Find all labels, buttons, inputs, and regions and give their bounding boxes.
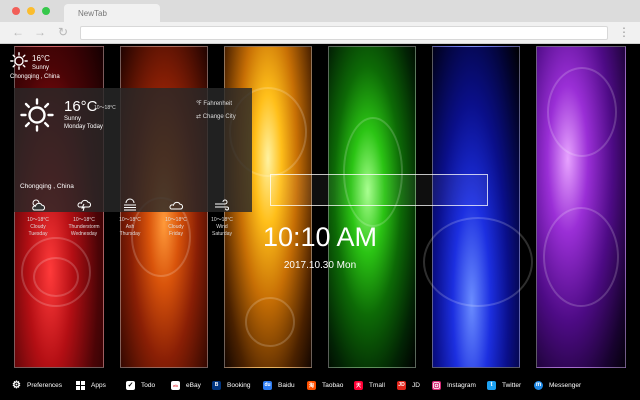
wallpaper-panel-green (328, 46, 416, 368)
weather-card: 16°C 10～18°C Sunny Monday Today ℉ Fahren… (14, 88, 252, 237)
cloudy-sun-icon (32, 199, 45, 211)
tab-title: NewTab (78, 9, 107, 18)
booking-icon: B (212, 380, 221, 390)
newtab-page: 16°C Sunny Chongqing , China 16°C 10～18°… (0, 44, 640, 400)
current-day: Monday Today (64, 124, 103, 130)
gear-icon: ⚙ (12, 379, 21, 391)
forecast-day: 10～18°C Ash Thursday (107, 198, 153, 238)
forecast-weekday: Wednesday (70, 231, 98, 237)
wallpaper-panel-purple (536, 46, 626, 368)
baidu-icon: du (263, 380, 272, 390)
thunderstorm-icon (77, 199, 91, 211)
maximize-window-button[interactable] (42, 7, 50, 15)
browser-toolbar: ← → ↻ ⋮ (0, 22, 640, 44)
ebay-icon: eb (171, 380, 180, 390)
temperature-range: 10～18°C (94, 105, 116, 111)
instagram-icon (432, 380, 441, 390)
address-bar[interactable] (80, 26, 608, 40)
wind-icon (215, 199, 229, 211)
search-input[interactable] (270, 174, 488, 206)
weather-city: Chongqing , China (20, 183, 74, 190)
taobao-label: Taobao (322, 381, 344, 389)
bottom-shortcut-bar: ⚙ Preferences Apps ✓ Todo eb eBay B Book… (0, 370, 640, 400)
forecast-day: 10～18°C Cloudy Friday (153, 198, 199, 238)
forecast-label: Cloudy (168, 224, 184, 230)
booking-link[interactable]: B Booking (212, 379, 251, 391)
todo-link[interactable]: ✓ Todo (126, 379, 155, 391)
forecast-range: 10～18°C (165, 217, 187, 223)
apps-label: Apps (91, 381, 106, 389)
change-city-link[interactable]: ⇄ Change City (196, 113, 236, 120)
tmall-link[interactable]: 天 Tmall (354, 379, 385, 391)
taobao-link[interactable]: 淘 Taobao (307, 379, 343, 391)
cloudy-icon (169, 201, 183, 210)
current-condition: Sunny (64, 116, 82, 122)
back-arrow-icon[interactable]: ← (12, 26, 24, 38)
forecast-day: 10～18°C Thunderstorm Wednesday (61, 198, 107, 238)
tmall-icon: 天 (354, 380, 363, 390)
browser-tab[interactable]: NewTab (64, 4, 160, 22)
instagram-link[interactable]: Instagram (432, 379, 476, 391)
browser-titlebar: NewTab (0, 0, 640, 22)
forecast-day: 10～18°C Cloudy Tuesday (15, 198, 61, 238)
booking-label: Booking (227, 381, 251, 389)
wallpaper-panel-blue (423, 46, 533, 368)
jd-icon: JD (397, 380, 406, 390)
close-window-button[interactable] (12, 7, 20, 15)
twitter-icon: t (487, 380, 496, 390)
todo-label: Todo (141, 381, 156, 389)
mini-city: Chongqing , China (10, 74, 60, 80)
forecast-weekday: Thursday (119, 231, 141, 237)
forecast-label: Ash (125, 224, 135, 230)
sun-icon (10, 52, 28, 70)
jd-link[interactable]: JD JD (397, 379, 420, 391)
clock-date: 2017.10.30 Mon (283, 260, 357, 271)
sun-icon (20, 98, 54, 132)
forecast-range: 10～18°C (119, 217, 141, 223)
mini-condition: Sunny (32, 65, 50, 71)
minimize-window-button[interactable] (27, 7, 35, 15)
ebay-label: eBay (186, 381, 201, 389)
twitter-label: Twitter (502, 381, 522, 389)
jd-label: JD (412, 381, 420, 389)
messenger-label: Messenger (549, 381, 582, 389)
ash-icon (124, 198, 136, 211)
baidu-label: Baidu (278, 381, 295, 389)
current-temperature: 16°C (64, 98, 98, 115)
grid-icon (76, 380, 85, 390)
messenger-link[interactable]: m Messenger (534, 379, 581, 391)
preferences-label: Preferences (27, 381, 63, 389)
taobao-icon: 淘 (307, 380, 316, 390)
ebay-link[interactable]: eb eBay (171, 379, 201, 391)
messenger-icon: m (534, 380, 543, 390)
forecast-label: Thunderstorm (68, 224, 100, 230)
clock-time: 10:10 AM (262, 222, 378, 252)
forward-arrow-icon[interactable]: → (34, 26, 46, 38)
baidu-link[interactable]: du Baidu (263, 379, 295, 391)
tmall-label: Tmall (369, 381, 385, 389)
checkbox-icon: ✓ (126, 380, 135, 390)
forecast-label: Cloudy (30, 224, 46, 230)
fahrenheit-toggle[interactable]: ℉ Fahrenheit (196, 100, 232, 107)
forecast-range: 10～18°C (73, 217, 95, 223)
forecast-range: 10～18°C (27, 217, 49, 223)
twitter-link[interactable]: t Twitter (487, 379, 521, 391)
forecast-weekday: Tuesday (28, 231, 48, 237)
mini-temperature: 16°C (32, 54, 50, 63)
instagram-label: Instagram (447, 381, 476, 389)
apps-link[interactable]: Apps (76, 379, 106, 391)
forecast-weekday: Friday (169, 231, 183, 237)
menu-icon[interactable]: ⋮ (618, 25, 630, 39)
preferences-link[interactable]: ⚙ Preferences (12, 379, 62, 391)
reload-icon[interactable]: ↻ (58, 26, 68, 38)
